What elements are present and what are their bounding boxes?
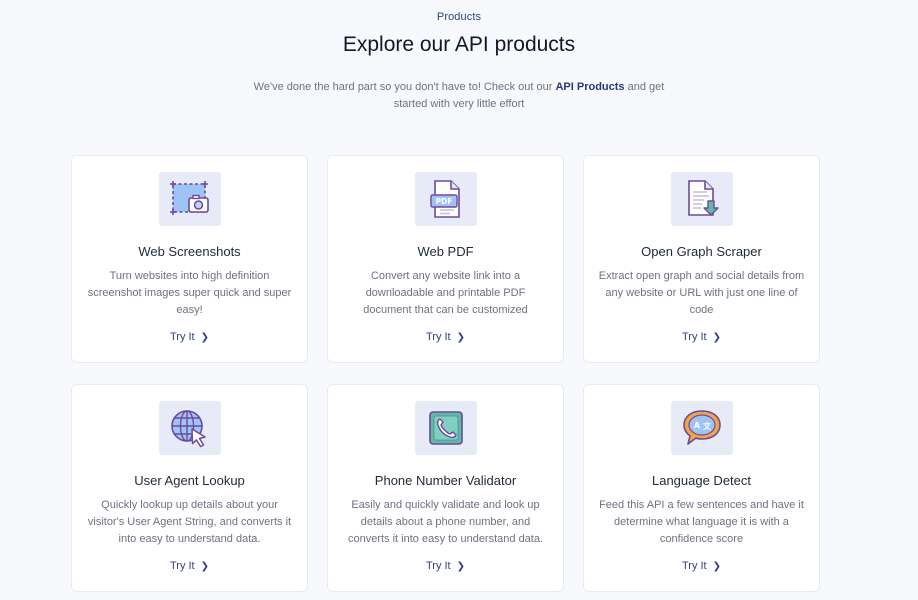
- product-card-language-detect: A 文 Language Detect Feed this API a few …: [583, 384, 820, 592]
- product-description: Feed this API a few sentences and have i…: [599, 499, 804, 545]
- try-it-label: Try It: [681, 560, 707, 572]
- language-bubble-icon: A 文: [671, 401, 733, 455]
- section-eyebrow: Products: [436, 11, 482, 23]
- product-description: Quickly lookup up details about your vis…: [87, 499, 292, 545]
- intro-text-start: We've done the hard part so you don't ha…: [253, 81, 556, 93]
- product-description: Easily and quickly validate and look up …: [347, 499, 544, 545]
- product-description: Turn websites into high definition scree…: [87, 270, 292, 316]
- try-it-label: Try It: [681, 331, 707, 343]
- svg-text:文: 文: [703, 421, 712, 431]
- try-it-link-web-screenshots[interactable]: Try It ❯: [72, 331, 307, 343]
- svg-text:PDF: PDF: [436, 197, 453, 206]
- product-card-phone-number-validator: Phone Number Validator Easily and quickl…: [327, 384, 564, 592]
- product-title: Web Screenshots: [138, 244, 241, 259]
- try-it-label: Try It: [425, 331, 451, 343]
- try-it-link-web-pdf[interactable]: Try It ❯: [328, 331, 563, 343]
- globe-cursor-icon: [159, 401, 221, 455]
- chevron-right-icon: ❯: [456, 332, 466, 343]
- chevron-right-icon: ❯: [200, 561, 210, 572]
- product-grid: Web Screenshots Turn websites into high …: [71, 155, 820, 592]
- phone-icon: [415, 401, 477, 455]
- try-it-label: Try It: [425, 560, 451, 572]
- try-it-label: Try It: [169, 560, 195, 572]
- try-it-label: Try It: [169, 331, 195, 343]
- product-card-open-graph-scraper: Open Graph Scraper Extract open graph an…: [583, 155, 820, 363]
- chevron-right-icon: ❯: [712, 332, 722, 343]
- pdf-icon: PDF: [415, 172, 477, 226]
- try-it-link-phone-number-validator[interactable]: Try It ❯: [328, 560, 563, 572]
- product-title: Phone Number Validator: [374, 473, 517, 488]
- section-title: Explore our API products: [342, 33, 576, 56]
- product-card-user-agent-lookup: User Agent Lookup Quickly lookup up deta…: [71, 384, 308, 592]
- product-card-web-screenshots: Web Screenshots Turn websites into high …: [71, 155, 308, 363]
- try-it-link-language-detect[interactable]: Try It ❯: [584, 560, 819, 572]
- product-description: Extract open graph and social details fr…: [598, 270, 805, 316]
- chevron-right-icon: ❯: [456, 561, 466, 572]
- chevron-right-icon: ❯: [200, 332, 210, 343]
- products-page: Products Explore our API products We've …: [0, 0, 918, 600]
- product-card-web-pdf: PDF Web PDF Convert any website link int…: [327, 155, 564, 363]
- section-intro: We've done the hard part so you don't ha…: [240, 79, 678, 113]
- product-title: User Agent Lookup: [134, 473, 245, 488]
- chevron-right-icon: ❯: [712, 561, 722, 572]
- product-title: Open Graph Scraper: [641, 244, 762, 259]
- svg-text:A: A: [694, 421, 701, 430]
- document-download-icon: [671, 172, 733, 226]
- screenshot-icon: [159, 172, 221, 226]
- try-it-link-user-agent-lookup[interactable]: Try It ❯: [72, 560, 307, 572]
- product-description: Convert any website link into a download…: [363, 270, 528, 316]
- try-it-link-open-graph-scraper[interactable]: Try It ❯: [584, 331, 819, 343]
- product-title: Web PDF: [417, 244, 474, 259]
- api-products-highlight: API Products: [555, 81, 625, 93]
- product-title: Language Detect: [651, 473, 752, 488]
